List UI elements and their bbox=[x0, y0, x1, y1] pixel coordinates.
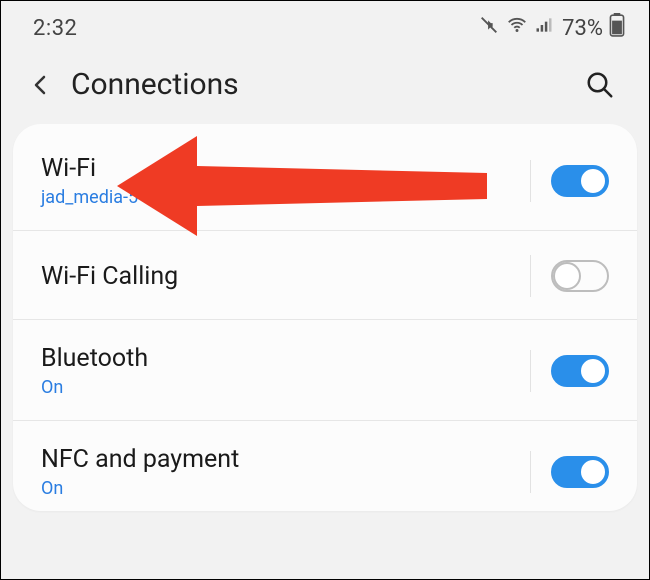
setting-subtitle: jad_media-5 bbox=[41, 187, 530, 208]
settings-card: Wi-Fi jad_media-5 Wi-Fi Calling Bluetoot… bbox=[13, 124, 637, 511]
search-icon[interactable] bbox=[585, 70, 615, 100]
battery-percent: 73% bbox=[562, 16, 603, 41]
setting-subtitle: On bbox=[41, 377, 530, 398]
signal-icon bbox=[534, 15, 554, 41]
wifi-toggle[interactable] bbox=[551, 165, 609, 197]
setting-title: Wi-Fi bbox=[41, 154, 530, 183]
nfc-toggle[interactable] bbox=[551, 456, 609, 488]
setting-row-wifi[interactable]: Wi-Fi jad_media-5 bbox=[13, 128, 637, 231]
setting-row-bluetooth[interactable]: Bluetooth On bbox=[13, 320, 637, 421]
setting-row-nfc[interactable]: NFC and payment On bbox=[13, 421, 637, 511]
toggle-divider bbox=[530, 255, 531, 297]
mute-icon bbox=[478, 14, 500, 42]
toggle-divider bbox=[530, 160, 531, 202]
status-bar: 2:32 73% bbox=[1, 1, 649, 49]
toggle-divider bbox=[530, 451, 531, 493]
app-bar: Connections bbox=[1, 49, 649, 124]
toggle-divider bbox=[530, 350, 531, 392]
wifi-calling-toggle[interactable] bbox=[551, 260, 609, 292]
status-time: 2:32 bbox=[33, 16, 77, 41]
page-title: Connections bbox=[71, 67, 239, 102]
bluetooth-toggle[interactable] bbox=[551, 355, 609, 387]
setting-title: Bluetooth bbox=[41, 344, 530, 373]
setting-title: NFC and payment bbox=[41, 445, 530, 474]
wifi-icon bbox=[506, 14, 528, 42]
battery-icon bbox=[609, 13, 625, 43]
back-icon[interactable] bbox=[29, 70, 53, 100]
setting-row-wifi-calling[interactable]: Wi-Fi Calling bbox=[13, 231, 637, 320]
setting-title: Wi-Fi Calling bbox=[41, 262, 530, 291]
status-icons: 73% bbox=[478, 13, 625, 43]
setting-subtitle: On bbox=[41, 478, 530, 499]
